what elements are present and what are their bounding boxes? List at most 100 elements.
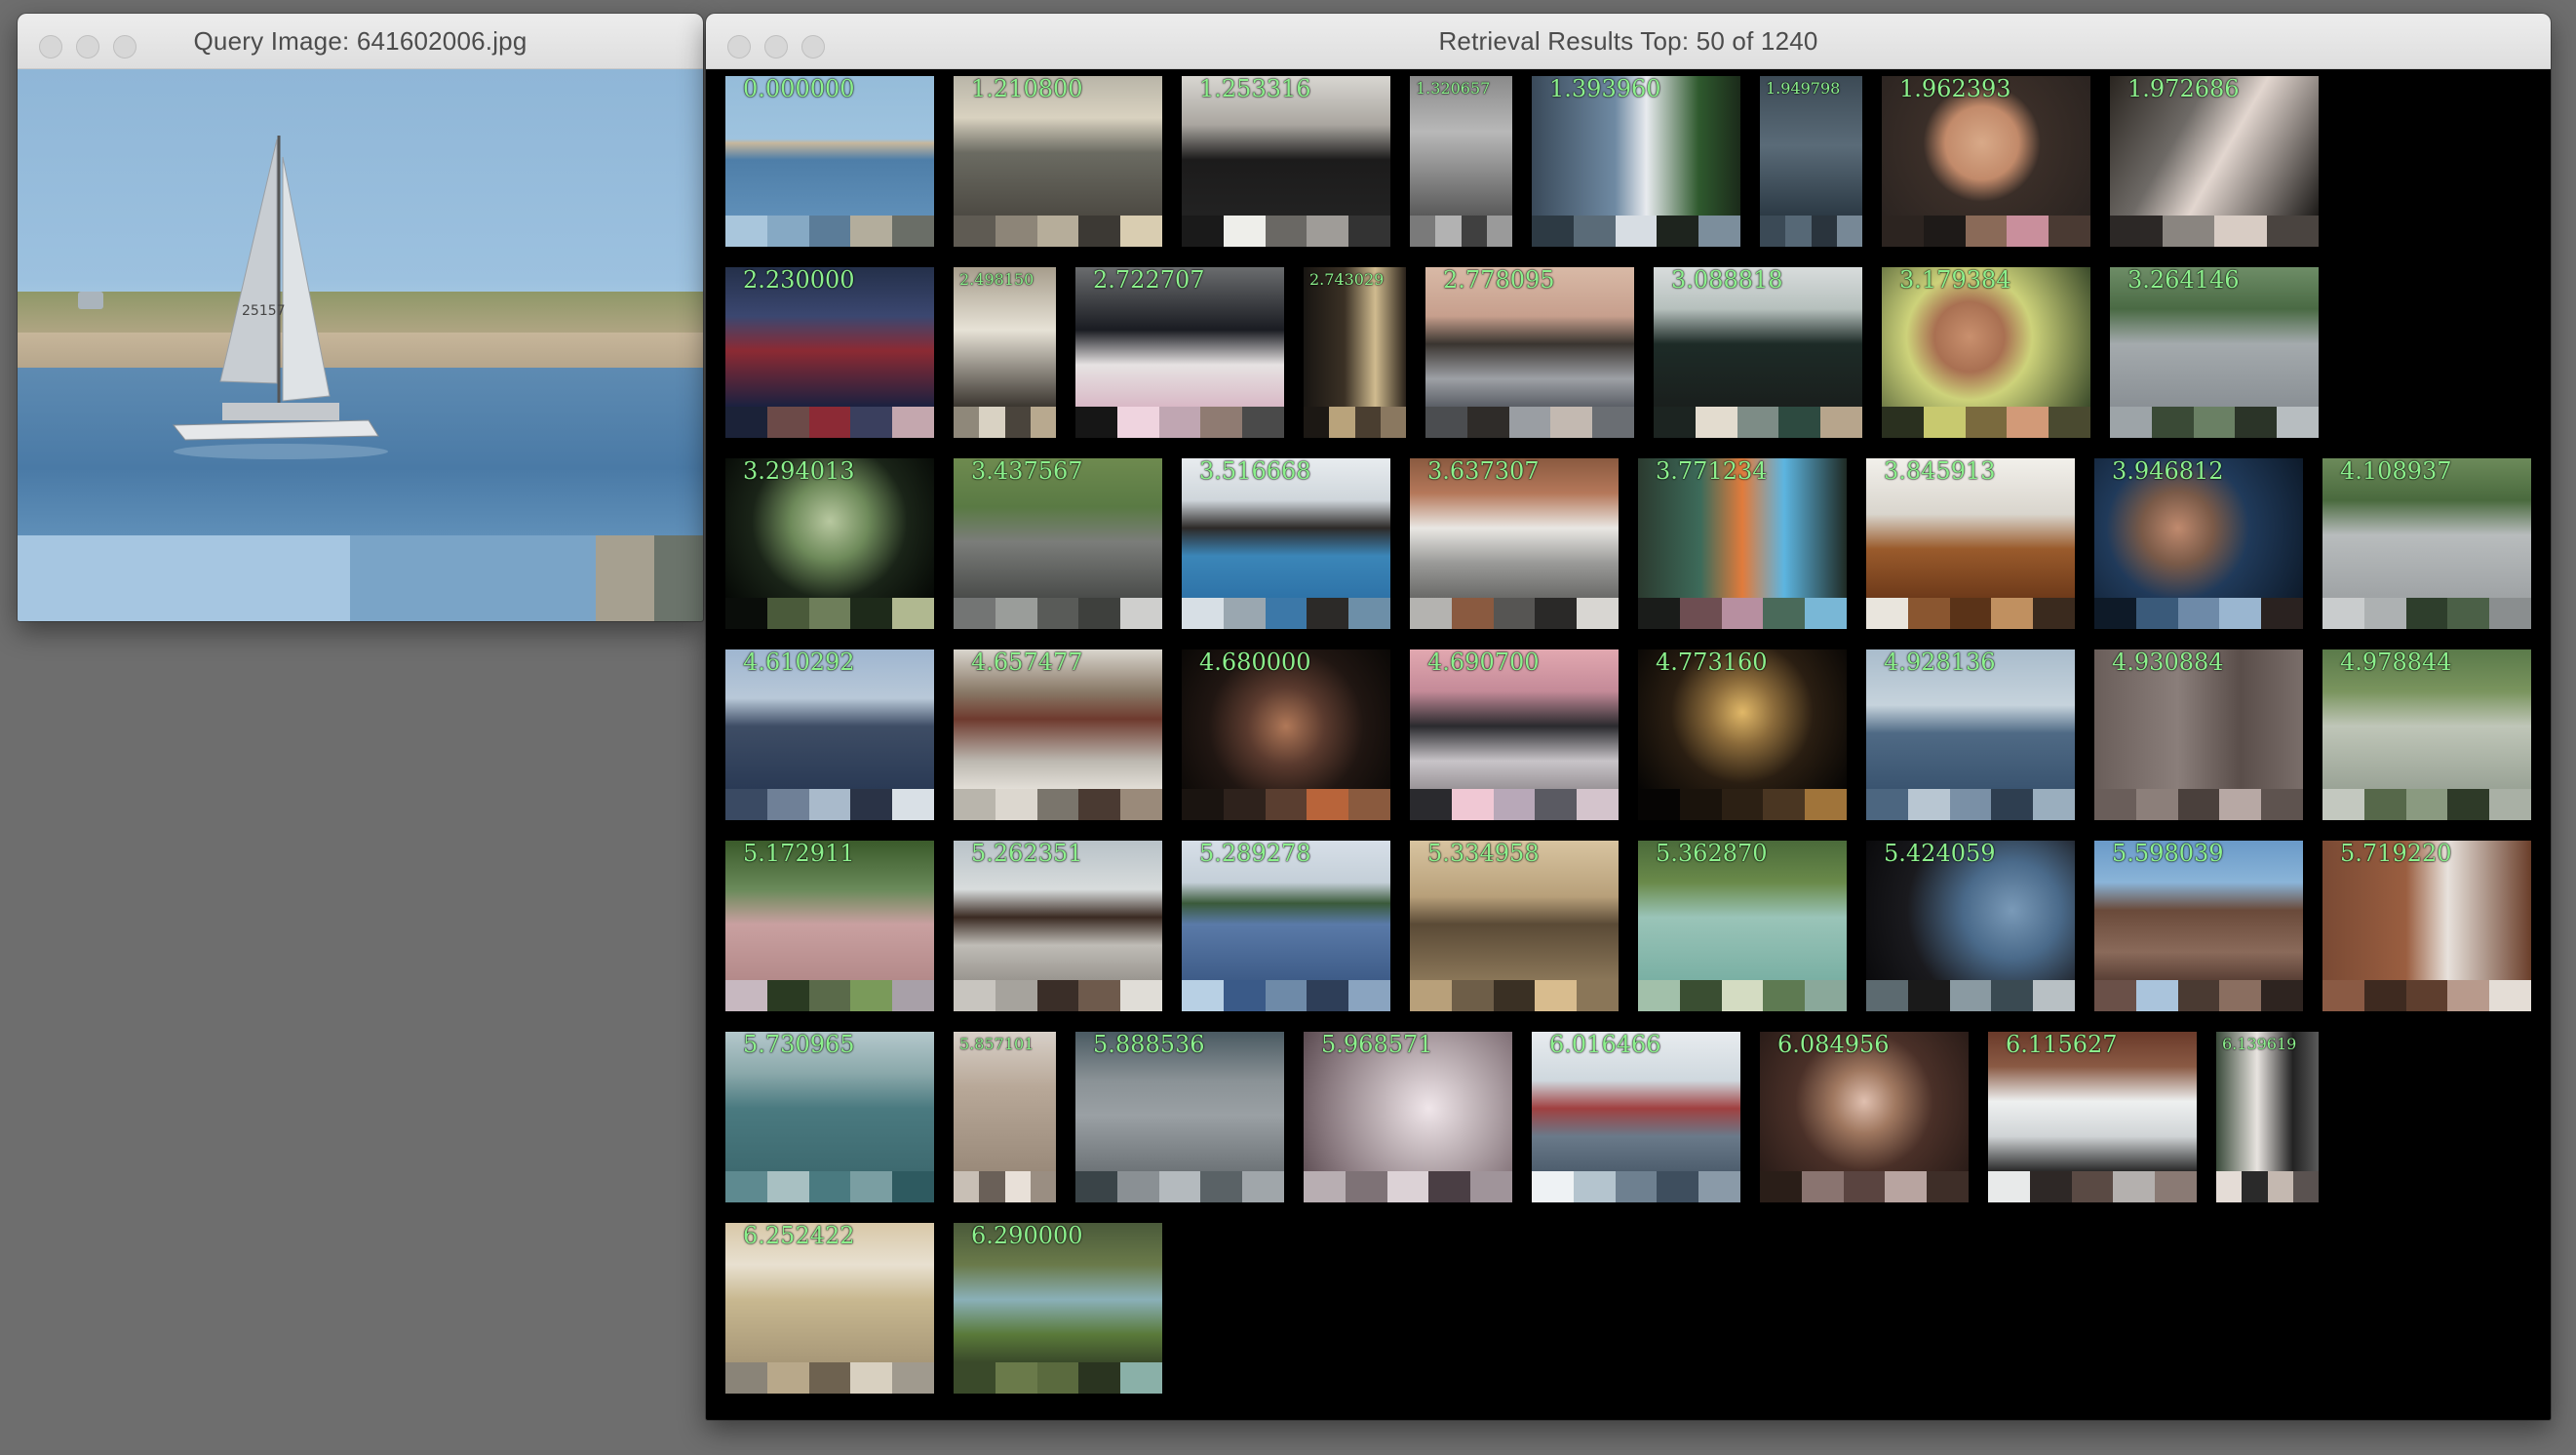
palette-swatch <box>2094 789 2136 820</box>
result-thumbnail[interactable]: 2.230000 <box>725 267 934 438</box>
palette-swatch <box>1265 598 1308 629</box>
result-thumbnail[interactable]: 3.264146 <box>2110 267 2319 438</box>
window-controls <box>39 35 137 59</box>
palette-swatch <box>1329 407 1355 438</box>
result-thumbnail[interactable]: 6.084956 <box>1760 1032 1969 1202</box>
result-thumbnail[interactable]: 4.978844 <box>2322 649 2531 820</box>
palette-swatch <box>2489 980 2531 1011</box>
result-thumbnail[interactable]: 5.857101 <box>954 1032 1056 1202</box>
palette-swatch <box>2135 598 2178 629</box>
palette-swatch <box>892 789 934 820</box>
palette-swatch <box>1949 598 1992 629</box>
result-thumbnail[interactable]: 5.362870 <box>1638 841 1847 1011</box>
zoom-button[interactable] <box>113 35 137 59</box>
palette-swatch <box>1116 1171 1159 1202</box>
query-window-titlebar[interactable]: Query Image: 641602006.jpg <box>18 14 703 69</box>
result-thumbnail[interactable]: 1.210800 <box>954 76 1162 247</box>
result-thumbnail[interactable]: 1.320657 <box>1410 76 1512 247</box>
result-thumbnail[interactable]: 5.730965 <box>725 1032 934 1202</box>
result-thumbnail[interactable]: 3.437567 <box>954 458 1162 629</box>
result-thumbnail[interactable]: 3.946812 <box>2094 458 2303 629</box>
palette-swatch <box>2216 1171 2243 1202</box>
minimize-button[interactable] <box>764 35 788 59</box>
result-thumbnail[interactable]: 1.972686 <box>2110 76 2319 247</box>
result-thumbnail[interactable]: 5.968571 <box>1304 1032 1512 1202</box>
palette-swatch <box>2405 789 2448 820</box>
result-thumbnail[interactable]: 3.294013 <box>725 458 934 629</box>
close-button[interactable] <box>39 35 62 59</box>
result-thumbnail[interactable]: 5.172911 <box>725 841 934 1011</box>
result-thumbnail[interactable]: 1.949798 <box>1760 76 1862 247</box>
palette-swatch <box>1820 407 1862 438</box>
result-thumbnail[interactable]: 5.424059 <box>1866 841 2075 1011</box>
result-thumbnail[interactable]: 5.719220 <box>2322 841 2531 1011</box>
result-thumbnail[interactable]: 4.680000 <box>1182 649 1390 820</box>
result-thumbnail[interactable]: 3.771234 <box>1638 458 1847 629</box>
result-thumbnail[interactable]: 2.778095 <box>1425 267 1634 438</box>
result-thumbnail[interactable]: 3.637307 <box>1410 458 1619 629</box>
result-thumbnail[interactable]: 6.115627 <box>1988 1032 2197 1202</box>
result-thumbnail[interactable]: 3.088818 <box>1654 267 1862 438</box>
result-thumbnail[interactable]: 4.928136 <box>1866 649 2075 820</box>
sail-number: 25157 <box>242 303 286 319</box>
results-window-titlebar[interactable]: Retrieval Results Top: 50 of 1240 <box>706 14 2551 69</box>
palette-swatch <box>1927 1171 1969 1202</box>
result-thumbnail[interactable]: 6.016466 <box>1532 1032 1740 1202</box>
close-button[interactable] <box>727 35 751 59</box>
palette-swatch <box>2219 789 2262 820</box>
result-color-palette <box>1182 216 1390 247</box>
query-image-window[interactable]: Query Image: 641602006.jpg 25157 <box>18 14 703 621</box>
palette-swatch <box>1120 598 1162 629</box>
palette-swatch <box>1486 216 1512 247</box>
palette-swatch <box>1615 216 1658 247</box>
palette-swatch <box>2135 789 2178 820</box>
result-thumbnail[interactable]: 5.334958 <box>1410 841 1619 1011</box>
result-distance-score: 3.179384 <box>1899 267 2011 294</box>
result-thumbnail[interactable]: 1.253316 <box>1182 76 1390 247</box>
result-thumbnail[interactable]: 2.498150 <box>954 267 1056 438</box>
result-thumbnail[interactable]: 5.289278 <box>1182 841 1390 1011</box>
result-thumbnail[interactable]: 2.722707 <box>1075 267 1284 438</box>
result-thumbnail[interactable]: 3.179384 <box>1882 267 2090 438</box>
result-thumbnail[interactable]: 4.773160 <box>1638 649 1847 820</box>
result-thumbnail[interactable]: 4.657477 <box>954 649 1162 820</box>
result-thumbnail[interactable]: 0.000000 <box>725 76 934 247</box>
palette-swatch <box>2214 216 2267 247</box>
palette-swatch <box>979 407 1005 438</box>
palette-swatch <box>1532 1171 1574 1202</box>
result-thumbnail[interactable]: 6.252422 <box>725 1223 934 1394</box>
palette-swatch <box>1657 216 1699 247</box>
palette-swatch <box>1410 598 1452 629</box>
palette-swatch <box>954 1362 995 1394</box>
result-thumbnail[interactable]: 3.516668 <box>1182 458 1390 629</box>
result-distance-score: 6.290000 <box>971 1223 1083 1249</box>
result-thumbnail[interactable]: 3.845913 <box>1866 458 2075 629</box>
palette-swatch <box>1116 407 1159 438</box>
result-thumbnail[interactable]: 1.393960 <box>1532 76 1740 247</box>
result-thumbnail[interactable]: 2.743029 <box>1304 267 1406 438</box>
palette-swatch <box>2193 407 2236 438</box>
result-thumbnail[interactable]: 1.962393 <box>1882 76 2090 247</box>
result-thumbnail[interactable]: 5.598039 <box>2094 841 2303 1011</box>
result-thumbnail[interactable]: 6.290000 <box>954 1223 1162 1394</box>
result-thumbnail[interactable]: 4.610292 <box>725 649 934 820</box>
result-thumbnail[interactable]: 4.930884 <box>2094 649 2303 820</box>
result-thumbnail[interactable]: 6.139619 <box>2216 1032 2319 1202</box>
result-thumbnail[interactable]: 5.888536 <box>1075 1032 1284 1202</box>
result-thumbnail[interactable]: 4.108937 <box>2322 458 2531 629</box>
palette-swatch <box>2447 980 2490 1011</box>
result-thumbnail[interactable]: 4.690700 <box>1410 649 1619 820</box>
palette-swatch <box>2135 980 2178 1011</box>
palette-swatch <box>725 216 767 247</box>
retrieval-results-window[interactable]: Retrieval Results Top: 50 of 1240 0.0000… <box>706 14 2551 1420</box>
palette-swatch <box>1004 1171 1031 1202</box>
palette-swatch <box>1615 1171 1658 1202</box>
palette-swatch <box>2322 598 2364 629</box>
result-distance-score: 5.262351 <box>971 841 1083 867</box>
minimize-button[interactable] <box>76 35 99 59</box>
result-color-palette <box>725 1362 934 1394</box>
result-thumbnail[interactable]: 5.262351 <box>954 841 1162 1011</box>
zoom-button[interactable] <box>801 35 825 59</box>
result-color-palette <box>2094 598 2303 629</box>
result-color-palette <box>1760 216 1862 247</box>
